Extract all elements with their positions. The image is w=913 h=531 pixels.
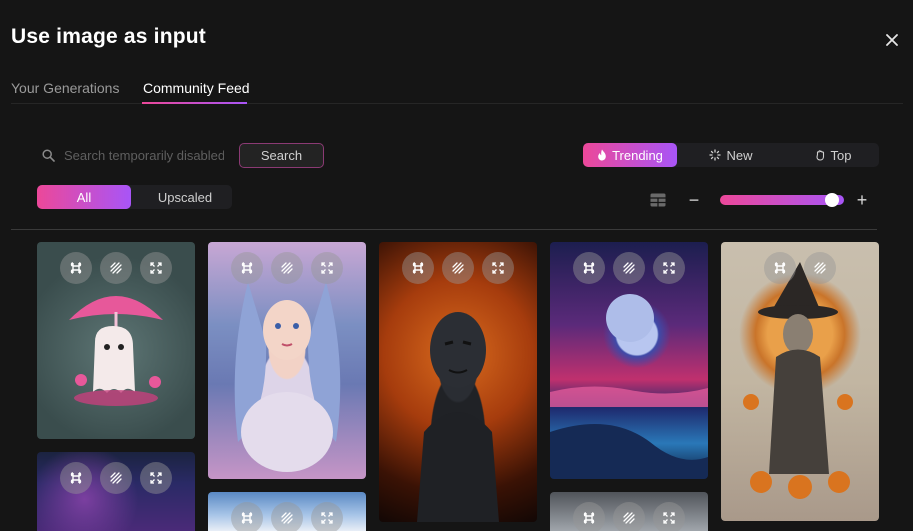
close-icon [886,34,898,46]
use-image-icon [623,262,635,274]
use-image-button[interactable] [100,252,132,284]
use-image-icon [281,262,293,274]
remix-icon [583,512,595,524]
search-button[interactable]: Search [239,143,324,168]
expand-button[interactable] [482,252,514,284]
remix-button[interactable] [402,252,434,284]
expand-icon [321,512,333,524]
sort-trending-label: Trending [612,147,663,163]
sort-new-button[interactable]: New [693,143,769,167]
sort-new-label: New [726,147,753,163]
zoom-slider[interactable] [720,193,844,207]
expand-icon [150,262,162,274]
use-image-button[interactable] [100,462,132,494]
expand-icon [492,262,504,274]
use-image-icon [110,262,122,274]
card-toolbar [550,502,708,531]
zoom-in-button[interactable]: + [855,190,869,210]
tab-bar: Your Generations Community Feed [11,78,903,104]
modal-title: Use image as input [11,25,206,48]
card-toolbar [550,252,708,284]
close-button[interactable] [882,30,902,50]
sort-toggle-group: Trending New Top [583,143,879,167]
card-toolbar [208,252,366,284]
remix-button[interactable] [573,502,605,531]
remix-icon [583,262,595,274]
sparkle-icon [709,149,722,161]
use-image-icon [623,512,635,524]
expand-icon [663,262,675,274]
remix-icon [774,262,786,274]
filter-all-button[interactable]: All [37,185,131,209]
use-image-button[interactable] [804,252,836,284]
use-image-button[interactable] [442,252,474,284]
tab-your-generations[interactable]: Your Generations [11,80,119,96]
remix-button[interactable] [573,252,605,284]
remix-icon [70,262,82,274]
gallery-card[interactable] [550,492,708,531]
gallery-card[interactable] [208,242,366,479]
card-toolbar [37,252,195,284]
gallery-card[interactable] [208,492,366,531]
zoom-slider-thumb[interactable] [824,193,839,207]
expand-button[interactable] [140,252,172,284]
use-image-icon [281,512,293,524]
zoom-out-button[interactable]: − [688,191,700,209]
remix-icon [241,262,253,274]
remix-button[interactable] [231,502,263,531]
active-tab-indicator [142,102,247,104]
use-image-button[interactable] [271,502,303,531]
gallery-card[interactable] [37,242,195,439]
card-toolbar [721,252,879,284]
remix-button[interactable] [231,252,263,284]
gallery-card[interactable] [379,242,537,522]
grid-layout-icon[interactable] [650,193,666,207]
card-toolbar [379,252,537,284]
card-toolbar [208,502,366,531]
expand-button[interactable] [140,462,172,494]
remix-icon [412,262,424,274]
remix-button[interactable] [60,252,92,284]
filter-toggle-group: All Upscaled [37,185,232,209]
use-image-icon [110,472,122,484]
expand-button[interactable] [653,502,685,531]
gallery-card[interactable] [37,452,195,531]
remix-icon [70,472,82,484]
remix-button[interactable] [764,252,796,284]
sort-top-button[interactable]: Top [793,143,873,167]
use-image-icon [814,262,826,274]
tab-community-feed[interactable]: Community Feed [143,80,250,96]
use-image-button[interactable] [613,252,645,284]
section-divider [11,229,877,230]
expand-icon [150,472,162,484]
expand-icon [321,262,333,274]
remix-button[interactable] [60,462,92,494]
card-toolbar [37,462,195,494]
expand-button[interactable] [653,252,685,284]
search-box [37,142,227,168]
filter-upscaled-button[interactable]: Upscaled [141,185,229,209]
use-image-button[interactable] [271,252,303,284]
search-input[interactable] [64,145,224,165]
hand-icon [815,150,824,161]
gallery-card[interactable] [721,242,879,521]
gallery-card[interactable] [550,242,708,479]
search-icon [42,149,55,162]
remix-icon [241,512,253,524]
sort-trending-button[interactable]: Trending [583,143,677,167]
sort-top-label: Top [830,147,852,163]
expand-icon [663,512,675,524]
use-image-button[interactable] [613,502,645,531]
expand-button[interactable] [311,502,343,531]
expand-button[interactable] [311,252,343,284]
flame-icon [598,149,606,161]
use-image-icon [452,262,464,274]
fire-statue-illustration [417,312,499,522]
